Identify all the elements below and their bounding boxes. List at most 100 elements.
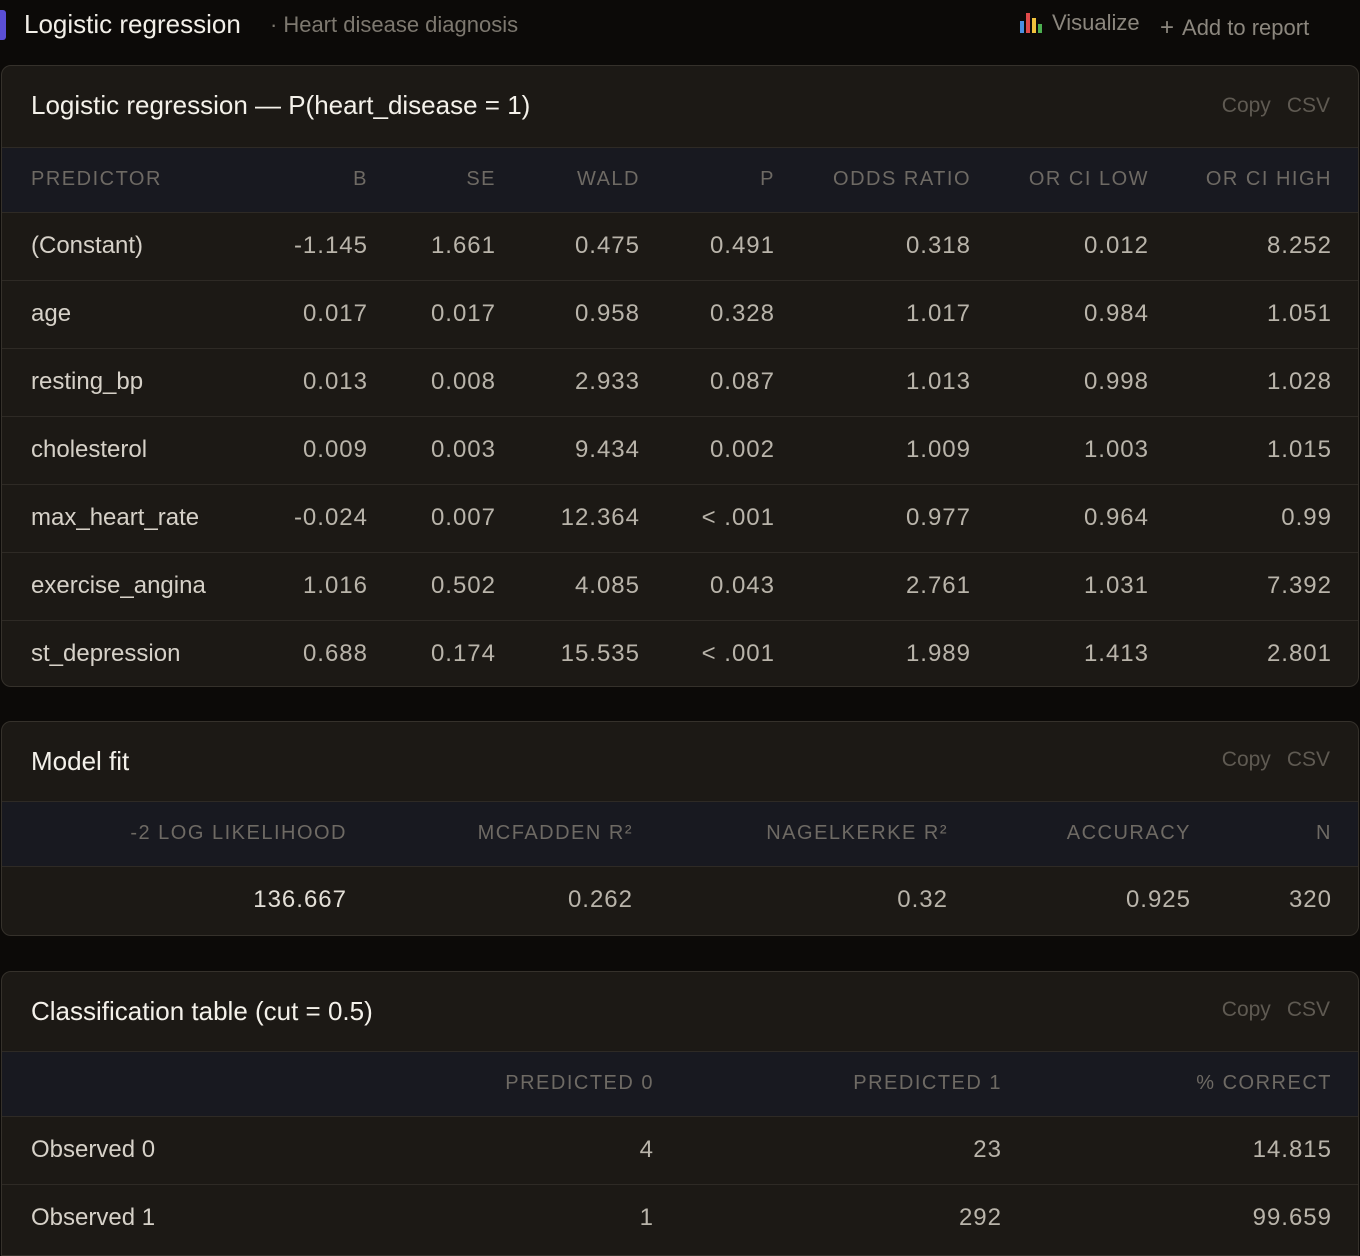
table-row: age 0.017 0.017 0.958 0.328 1.017 0.984 1.051 — [2, 280, 1358, 349]
model-fit-panel-header: Model fit Copy CSV — [2, 722, 1358, 802]
table-cell: 1 — [639, 1204, 654, 1232]
model-fit-title: Model fit — [31, 746, 130, 776]
table-cell: 0.007 — [396, 484, 524, 553]
column-header[interactable]: OR CI HIGH — [1177, 148, 1358, 213]
column-header[interactable]: -2 LOG LIKELIHOOD — [2, 802, 375, 867]
table-cell: 1.017 — [803, 280, 999, 349]
table-cell: 0.174 — [430, 640, 496, 668]
copy-button[interactable]: Copy — [1222, 998, 1271, 1022]
accent-bar — [0, 10, 6, 40]
table-cell: 8.252 — [1177, 212, 1358, 281]
table-cell: 7.392 — [1177, 552, 1358, 621]
column-header[interactable]: B — [256, 148, 396, 213]
page-subtitle: · Heart disease diagnosis — [270, 12, 519, 37]
table-cell: 136.667 — [253, 886, 347, 914]
table-cell: 0.491 — [668, 212, 803, 281]
copy-button[interactable]: Copy — [1222, 94, 1271, 118]
column-header[interactable]: P — [668, 148, 803, 213]
classification-panel: Classification table (cut = 0.5) Copy CS… — [1, 971, 1359, 1256]
model-fit-actions: Copy CSV — [1222, 748, 1330, 772]
column-header[interactable]: N — [1219, 802, 1358, 867]
table-cell: 0.475 — [524, 212, 668, 281]
table-row: Observed 1 1 292 99.659 — [2, 1184, 1358, 1252]
table-cell: 15.535 — [560, 640, 640, 668]
top-bar: Logistic regression · Heart disease diagn… — [0, 0, 1360, 50]
table-cell: < .001 — [668, 484, 803, 553]
bar-chart-icon — [1020, 13, 1042, 33]
coefficients-actions: Copy CSV — [1222, 94, 1330, 118]
column-header[interactable]: ODDS RATIO — [803, 148, 999, 213]
table-header-row: PREDICTOR B SE WALD P ODDS RATIO OR CI LOW OR C… — [2, 148, 1358, 213]
column-header[interactable]: MCFADDEN R² — [375, 802, 661, 867]
table-cell: 0.008 — [396, 348, 524, 417]
table-cell: 0.32 — [897, 886, 948, 914]
table-cell: 1.989 — [905, 640, 971, 668]
table-cell: 1.015 — [1177, 416, 1358, 485]
table-cell: 292 — [958, 1204, 1002, 1232]
visualize-button[interactable]: Visualize — [1020, 10, 1140, 36]
column-header[interactable]: WALD — [524, 148, 668, 213]
table-row: 136.667 0.262 0.32 0.925 320 — [2, 866, 1358, 934]
csv-button[interactable]: CSV — [1287, 94, 1330, 118]
column-header[interactable] — [2, 1052, 332, 1117]
table-cell: 0.003 — [396, 416, 524, 485]
table-cell: max_heart_rate — [2, 484, 256, 553]
csv-button[interactable]: CSV — [1287, 748, 1330, 772]
table-cell: 0.328 — [668, 280, 803, 349]
table-cell: age — [2, 280, 256, 349]
table-cell: 1.013 — [803, 348, 999, 417]
table-cell: exercise_angina — [2, 552, 256, 621]
table-cell: Observed 1 — [31, 1204, 156, 1232]
table-row: exercise_angina 1.016 0.502 4.085 0.043 2.761… — [2, 552, 1358, 621]
column-header[interactable]: NAGELKERKE R² — [661, 802, 976, 867]
table-cell: 0.262 — [567, 886, 633, 914]
table-row: (Constant) -1.145 1.661 0.475 0.491 0.318 0.01… — [2, 212, 1358, 281]
table-cell: st_depression — [31, 640, 181, 668]
table-cell: 1.031 — [999, 552, 1177, 621]
table-cell: -0.024 — [256, 484, 396, 553]
table-cell: 0.688 — [302, 640, 368, 668]
table-cell: 0.017 — [256, 280, 396, 349]
add-to-report-button[interactable]: + Add to report — [1160, 14, 1309, 42]
model-fit-table: -2 LOG LIKELIHOOD MCFADDEN R² NAGELKERKE R… — [2, 802, 1358, 934]
subtitle-text: Heart disease diagnosis — [283, 12, 519, 37]
table-cell: 4.085 — [524, 552, 668, 621]
column-header[interactable]: % CORRECT — [1030, 1052, 1358, 1117]
copy-button[interactable]: Copy — [1222, 748, 1271, 772]
table-cell: 0.043 — [668, 552, 803, 621]
table-row: max_heart_rate -0.024 0.007 12.364 < .001 0.9… — [2, 484, 1358, 553]
table-cell: 0.958 — [524, 280, 668, 349]
table-cell: 2.933 — [524, 348, 668, 417]
column-header[interactable]: PREDICTED 0 — [332, 1052, 682, 1117]
table-cell: 0.925 — [1125, 886, 1191, 914]
table-cell: 0.012 — [999, 212, 1177, 281]
csv-button[interactable]: CSV — [1287, 998, 1330, 1022]
table-cell: 1.016 — [256, 552, 396, 621]
table-cell: 14.815 — [1030, 1116, 1358, 1185]
add-to-report-label: Add to report — [1182, 15, 1310, 40]
table-cell: 0.998 — [999, 348, 1177, 417]
column-header[interactable]: ACCURACY — [976, 802, 1219, 867]
page-title: Logistic regression — [24, 9, 241, 39]
classification-table: PREDICTED 0 PREDICTED 1% CORRECT Observed… — [2, 1052, 1358, 1252]
table-row: st_depression 0.688 0.174 15.535 < .001 1.989… — [2, 620, 1358, 686]
column-header[interactable]: PREDICTOR — [2, 148, 256, 213]
column-header[interactable]: OR CI LOW — [999, 148, 1177, 213]
table-cell: 0.99 — [1177, 484, 1358, 553]
table-cell: 1.028 — [1177, 348, 1358, 417]
visualize-label: Visualize — [1052, 10, 1140, 35]
table-cell: 2.801 — [1266, 640, 1332, 668]
table-cell: 0.017 — [396, 280, 524, 349]
table-cell: Observed 0 — [2, 1116, 332, 1185]
table-cell: 0.087 — [668, 348, 803, 417]
table-cell: 0.002 — [668, 416, 803, 485]
table-header-row: PREDICTED 0 PREDICTED 1% CORRECT — [2, 1052, 1358, 1117]
table-cell: 1.661 — [396, 212, 524, 281]
model-fit-panel: Model fit Copy CSV -2 LOG LIKELIHOOD MCFA… — [1, 721, 1359, 936]
coefficients-panel: Logistic regression — P(heart_disease = … — [1, 65, 1359, 687]
table-cell: 0.984 — [999, 280, 1177, 349]
column-header[interactable]: SE — [396, 148, 524, 213]
column-header[interactable]: PREDICTED 1 — [682, 1052, 1030, 1117]
table-cell: 1.003 — [999, 416, 1177, 485]
table-cell: 1.051 — [1177, 280, 1358, 349]
